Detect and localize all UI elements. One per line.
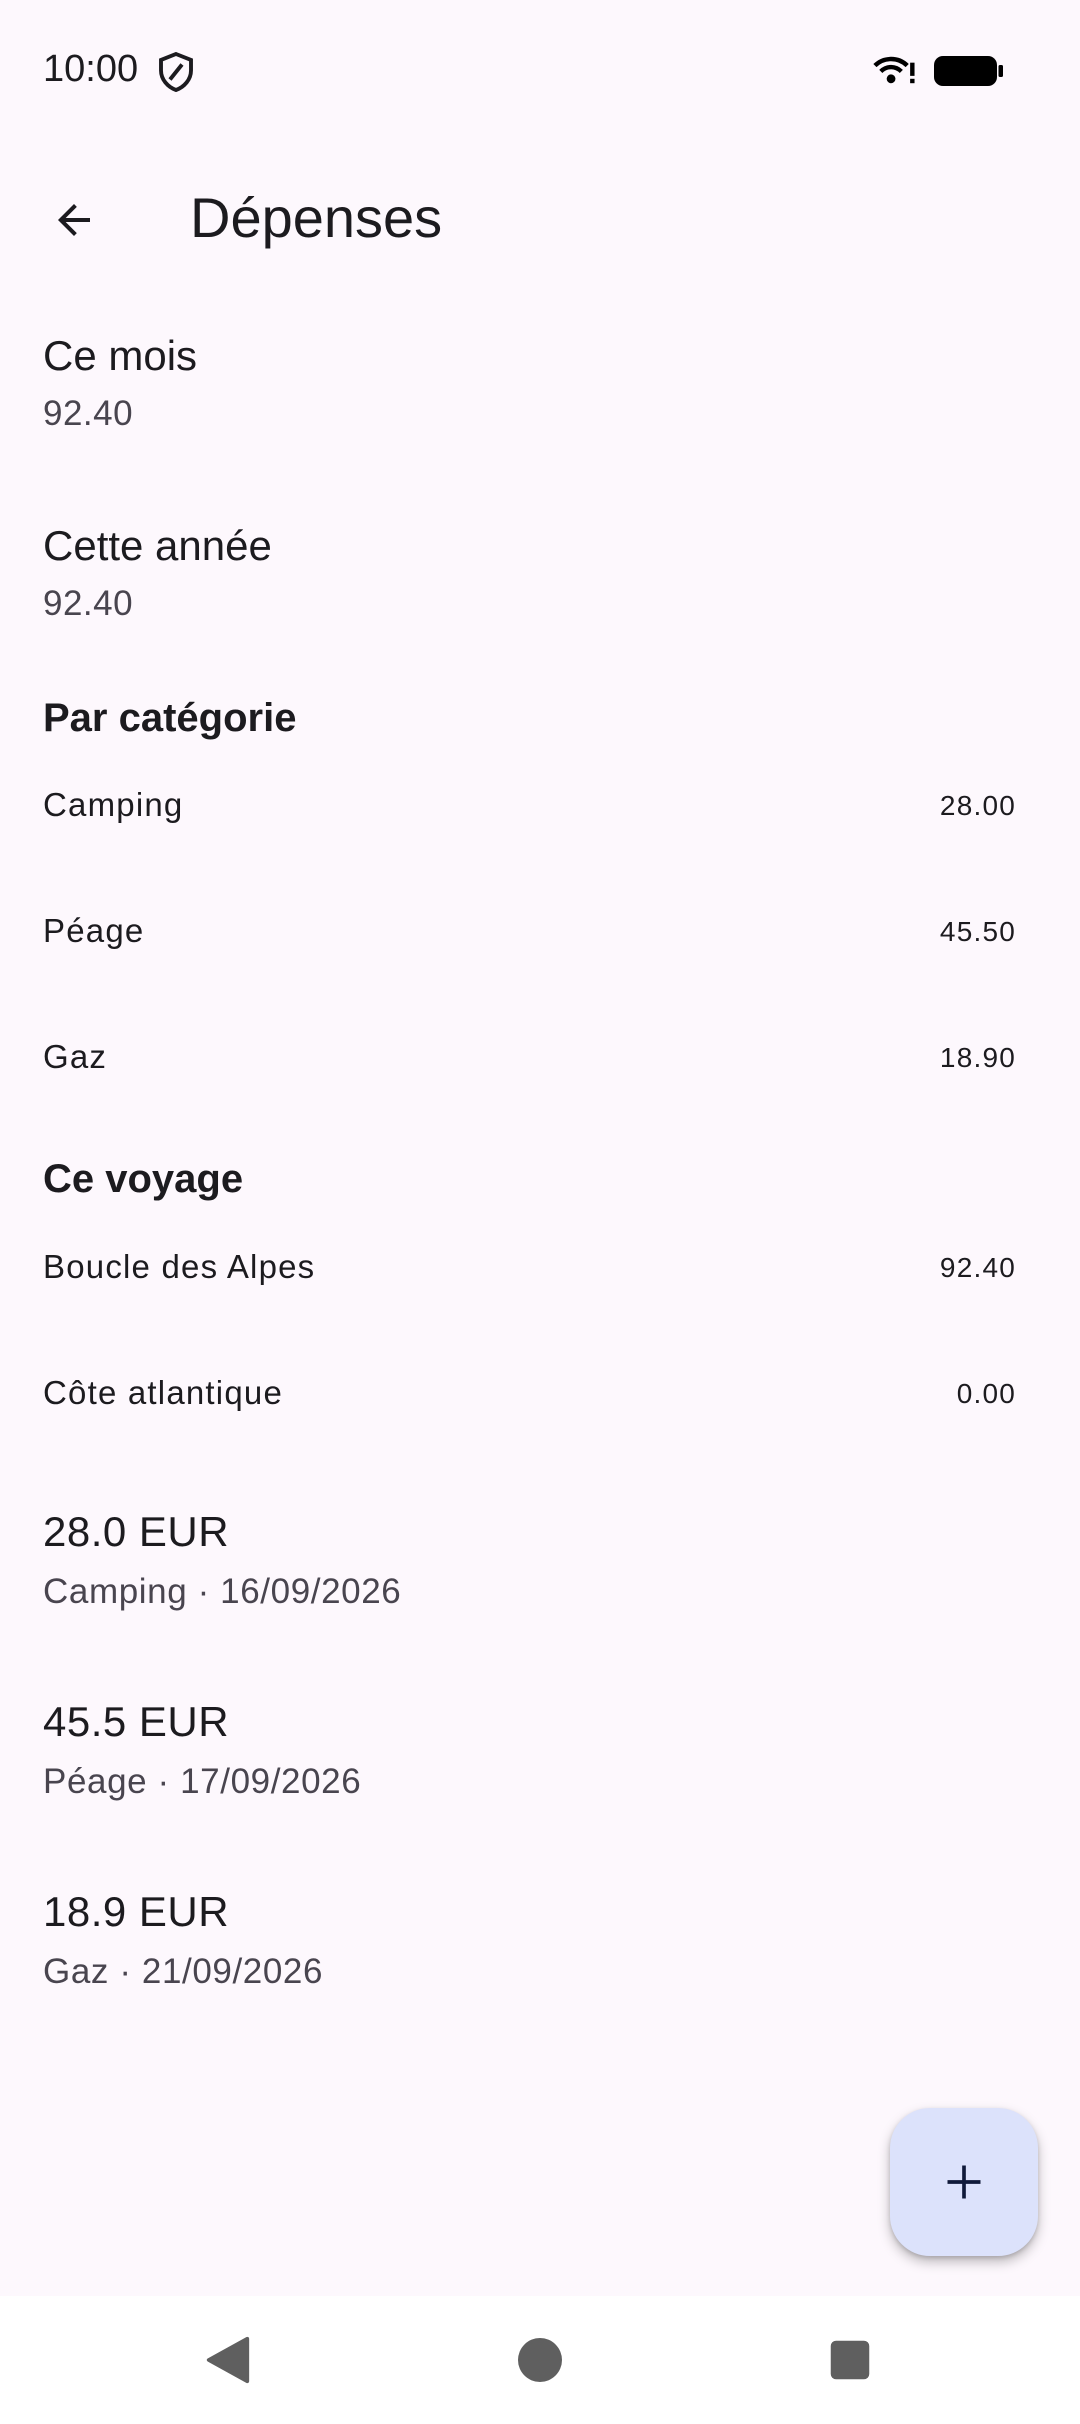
category-amount: 18.90	[939, 1042, 1016, 1073]
top-app-bar: Dépenses	[0, 150, 1080, 280]
status-time: 10:00	[43, 48, 139, 90]
expense-list-item[interactable]: 45.5 EUR Péage · 17/09/2026	[43, 1698, 361, 1802]
arrow-back-icon	[58, 204, 90, 236]
add-expense-button[interactable]	[890, 2108, 1038, 2256]
trip-label: Côte atlantique	[43, 1374, 283, 1411]
wifi-icon	[873, 56, 915, 84]
shield-icon	[159, 52, 193, 92]
section-header-category: Par catégorie	[43, 696, 297, 740]
category-label: Péage	[43, 912, 145, 949]
expense-list-item[interactable]: 28.0 EUR Camping · 16/09/2026	[43, 1508, 401, 1612]
category-row[interactable]: Péage 45.50	[0, 884, 1080, 994]
trip-amount: 92.40	[939, 1252, 1016, 1283]
expense-meta: Gaz · 21/09/2026	[43, 1952, 324, 1991]
category-label: Gaz	[43, 1038, 108, 1075]
summary-month-label: Ce mois	[43, 332, 198, 379]
trip-amount: 0.00	[956, 1378, 1016, 1409]
trip-row[interactable]: Boucle des Alpes 92.40	[0, 1220, 1080, 1330]
battery-icon	[934, 56, 1003, 86]
expense-amount: 28.0 EUR	[43, 1508, 230, 1555]
section-header-trip: Ce voyage	[43, 1157, 244, 1201]
trip-label: Boucle des Alpes	[43, 1248, 316, 1285]
expense-meta: Péage · 17/09/2026	[43, 1762, 362, 1801]
expenses-screen: 10:00 Dépenses Ce mois 92.40 Cette année…	[0, 0, 1080, 2424]
back-button[interactable]	[34, 180, 114, 260]
system-nav-bar	[0, 2296, 1080, 2424]
summary-year-label: Cette année	[43, 522, 272, 569]
home-circle-icon	[518, 2338, 562, 2382]
category-label: Camping	[43, 786, 184, 823]
trip-row[interactable]: Côte atlantique 0.00	[0, 1346, 1080, 1456]
nav-back-button[interactable]	[198, 2330, 258, 2390]
expense-amount: 45.5 EUR	[43, 1698, 230, 1745]
nav-home-button[interactable]	[510, 2330, 570, 2390]
expense-list-item[interactable]: 18.9 EUR Gaz · 21/09/2026	[43, 1888, 323, 1992]
category-row[interactable]: Camping 28.00	[0, 758, 1080, 868]
page-title: Dépenses	[190, 186, 443, 249]
nav-recents-button[interactable]	[820, 2330, 880, 2390]
recents-square-icon	[830, 2340, 870, 2380]
summary-year: Cette année 92.40	[43, 522, 272, 624]
plus-icon	[947, 2165, 981, 2199]
back-triangle-icon	[206, 2336, 250, 2384]
category-amount: 28.00	[939, 790, 1016, 821]
category-amount: 45.50	[939, 916, 1016, 947]
summary-year-value: 92.40	[43, 584, 134, 623]
category-row[interactable]: Gaz 18.90	[0, 1010, 1080, 1120]
summary-month: Ce mois 92.40	[43, 332, 197, 434]
expense-meta: Camping · 16/09/2026	[43, 1572, 402, 1611]
summary-month-value: 92.40	[43, 394, 134, 433]
status-bar: 10:00	[0, 0, 1080, 140]
expense-amount: 18.9 EUR	[43, 1888, 230, 1935]
